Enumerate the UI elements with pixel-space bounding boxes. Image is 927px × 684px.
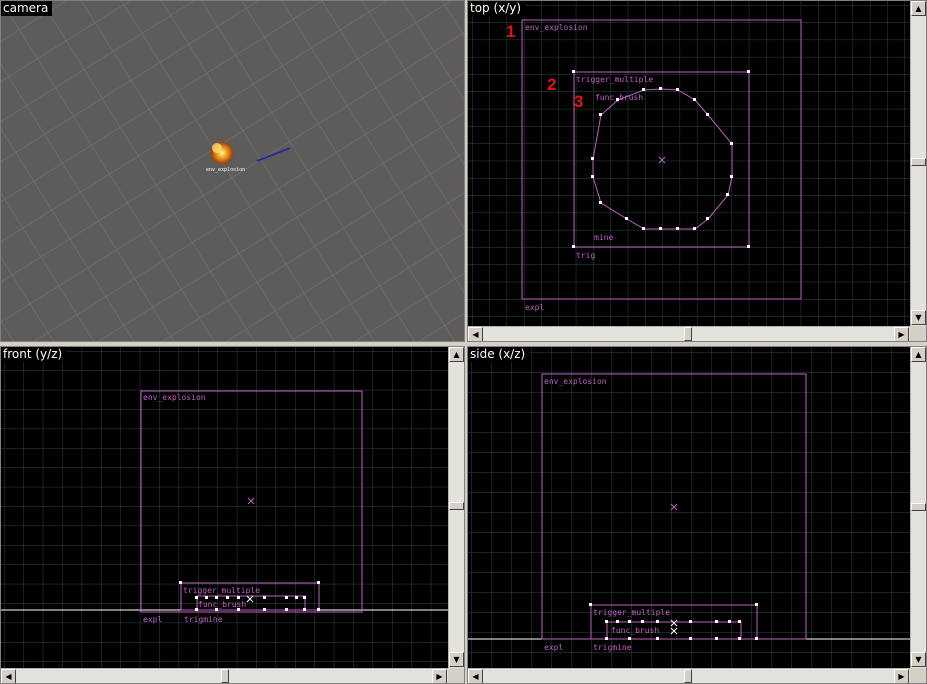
- side-scroll-left-button[interactable]: ◀: [468, 669, 483, 683]
- front-scroll-corner: [448, 668, 464, 683]
- top-horizontal-scroll-thumb[interactable]: [684, 327, 692, 341]
- camera-sprite-label: env_explosion: [206, 167, 245, 173]
- front-horizontal-scroll-thumb[interactable]: [221, 669, 229, 683]
- marker-2: 2: [547, 75, 556, 94]
- side-vertical-scroll-thumb[interactable]: [911, 503, 926, 511]
- marker-3: 3: [574, 92, 583, 111]
- front-trigmine-label: trigmine: [184, 615, 223, 624]
- side-trigmine-label: trigmine: [593, 643, 632, 652]
- top-scroll-corner: [910, 326, 926, 341]
- side-expl-label: expl: [544, 643, 563, 652]
- front-scroll-left-button[interactable]: ◀: [1, 669, 16, 683]
- top-vertical-scroll-thumb[interactable]: [911, 158, 926, 166]
- top-mine-label: mine: [594, 233, 613, 242]
- side-viewport-label: side (x/z): [468, 347, 530, 362]
- side-horizontal-scroll-thumb[interactable]: [684, 669, 692, 683]
- side-vertical-scrollbar[interactable]: ▲ ▼: [910, 347, 926, 668]
- side-scroll-corner: [910, 668, 926, 683]
- side-viewport[interactable]: side (x/z) env_explosion expl trigger_mu…: [467, 346, 927, 684]
- side-horizontal-scrollbar[interactable]: ◀ ▶: [468, 668, 910, 683]
- top-scroll-down-button[interactable]: ▼: [911, 310, 926, 325]
- front-scroll-up-button[interactable]: ▲: [449, 347, 464, 362]
- front-expl-label: expl: [143, 615, 162, 624]
- marker-1: 1: [506, 22, 515, 41]
- camera-viewport-label: camera: [1, 1, 53, 16]
- top-scroll-left-button[interactable]: ◀: [468, 327, 483, 341]
- side-grid: env_explosion expl trigger_multiple func…: [468, 347, 910, 668]
- front-grid: env_explosion expl trigger_multiple func…: [1, 347, 448, 668]
- front-func-brush-label: func_brush: [198, 600, 246, 609]
- side-scroll-right-button[interactable]: ▶: [894, 669, 909, 683]
- top-vertical-scrollbar[interactable]: ▲ ▼: [910, 1, 926, 326]
- front-env-explosion-label: env_explosion: [143, 393, 206, 402]
- top-viewport[interactable]: top (x/y) env_explosion expl trigger_mul…: [467, 0, 927, 342]
- front-viewport[interactable]: front (y/z) env_explosion expl trigger_m…: [0, 346, 465, 684]
- side-trigger-multiple-label: trigger_multiple: [593, 608, 670, 617]
- front-vertical-scroll-thumb[interactable]: [449, 502, 464, 510]
- camera-3d-grid: env_explosion: [1, 1, 464, 341]
- top-horizontal-scrollbar[interactable]: ◀ ▶: [468, 326, 910, 341]
- front-horizontal-scrollbar[interactable]: ◀ ▶: [1, 668, 448, 683]
- side-scroll-down-button[interactable]: ▼: [911, 652, 926, 667]
- top-expl-label: expl: [525, 303, 544, 312]
- camera-viewport[interactable]: camera env_explosion: [0, 0, 465, 342]
- side-scroll-up-button[interactable]: ▲: [911, 347, 926, 362]
- top-scroll-up-button[interactable]: ▲: [911, 1, 926, 16]
- top-env-explosion-label: env_explosion: [525, 23, 588, 32]
- top-func-brush-label: func_brush: [595, 93, 643, 102]
- front-viewport-label: front (y/z): [1, 347, 67, 362]
- top-scroll-right-button[interactable]: ▶: [894, 327, 909, 341]
- front-vertical-scrollbar[interactable]: ▲ ▼: [448, 347, 464, 668]
- front-scroll-down-button[interactable]: ▼: [449, 652, 464, 667]
- top-trigger-multiple-label: trigger_multiple: [576, 75, 653, 84]
- front-trigger-multiple-label: trigger_multiple: [183, 586, 260, 595]
- front-scroll-right-button[interactable]: ▶: [432, 669, 447, 683]
- side-func-brush-label: func_brush: [611, 626, 659, 635]
- side-env-explosion-label: env_explosion: [544, 377, 607, 386]
- top-trig-label: trig: [576, 251, 595, 260]
- top-viewport-label: top (x/y): [468, 1, 526, 16]
- top-grid: env_explosion expl trigger_multiple trig…: [468, 1, 910, 326]
